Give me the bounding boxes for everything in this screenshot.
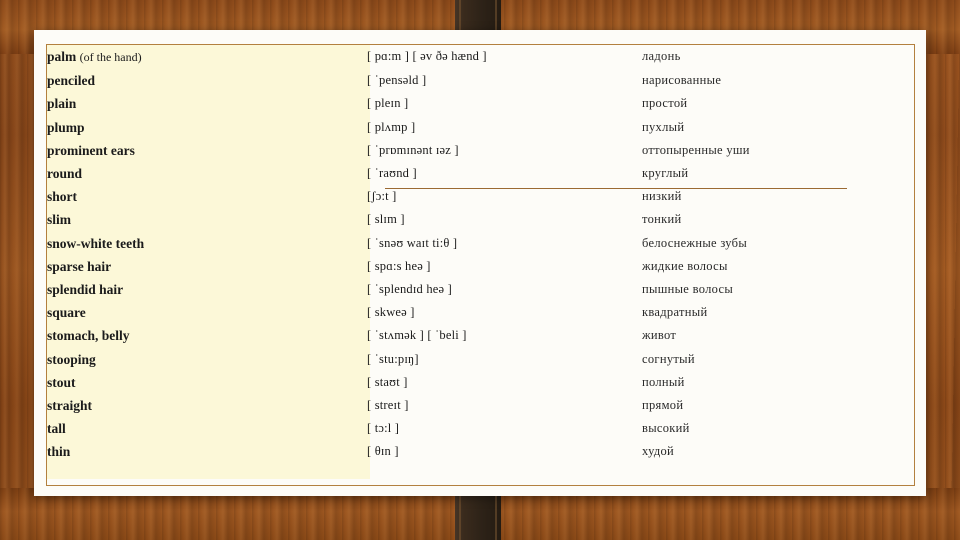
- ipa-transcription-cell: [ θɪn ]: [367, 444, 399, 459]
- russian-translation-cell: худой: [642, 444, 675, 459]
- english-term: straight: [47, 398, 92, 414]
- table-row: slim [ slɪm ] тонкий: [47, 208, 913, 231]
- russian-translation-cell: пухлый: [642, 119, 685, 134]
- english-term: short: [47, 189, 77, 205]
- english-term: stout: [47, 374, 76, 390]
- ipa-transcription-cell: [ ˈsplendɪd heə ]: [367, 282, 452, 297]
- english-term: sparse hair: [47, 258, 112, 274]
- english-term-note: (of the hand): [79, 50, 142, 64]
- russian-translation-cell: прямой: [642, 398, 684, 413]
- ipa-transcription-cell: [ ˈraʊnd ]: [367, 166, 417, 181]
- english-term-cell: plain: [47, 92, 367, 115]
- english-term: stomach, belly: [47, 328, 130, 344]
- english-term: snow-white teeth: [47, 235, 145, 251]
- slide-stage: palm (of the hand)[ pɑ:m ] [ əv ðə hænd …: [0, 0, 960, 540]
- table-row: stout [ staʊt ] полный: [47, 371, 913, 394]
- english-term: penciled: [47, 73, 96, 89]
- russian-translation-cell: простой: [642, 96, 688, 111]
- english-term-cell: stomach, belly: [47, 324, 367, 347]
- russian-translation-cell: ладонь: [642, 49, 681, 63]
- english-term-cell: sparse hair: [47, 255, 367, 278]
- english-term: square: [47, 305, 86, 321]
- english-term: tall: [47, 421, 66, 437]
- english-term: splendid hair: [47, 282, 124, 298]
- english-term: thin: [47, 444, 71, 460]
- table-row: snow-white teeth [ ˈsnəʊ waɪt ti:θ ] белос…: [47, 232, 913, 255]
- table-row: thin [ θɪn ] худой: [47, 440, 913, 463]
- ipa-transcription-cell: [ staʊt ]: [367, 374, 408, 389]
- russian-translation-cell: белоснежные зубы: [642, 235, 748, 250]
- english-term: slim: [47, 212, 72, 228]
- table-row: prominent ears [ ˈprɒmɪnənt ɪəz ] оттопыре…: [47, 139, 913, 162]
- slide-content: palm (of the hand)[ pɑ:m ] [ əv ðə hænd …: [47, 45, 913, 480]
- russian-translation-cell: высокий: [642, 421, 690, 436]
- table-row: round [ ˈraʊnd ] круглый: [47, 162, 913, 185]
- russian-translation-cell: пышные волосы: [642, 282, 734, 297]
- table-row: square [ skweə ] квадратный: [47, 301, 913, 324]
- english-term-cell: round: [47, 162, 367, 185]
- english-term-cell: snow-white teeth: [47, 232, 367, 255]
- table-row: plain [ pleɪn ] простой: [47, 92, 913, 115]
- english-term-cell: splendid hair: [47, 278, 367, 301]
- english-term: prominent ears: [47, 142, 135, 158]
- table-row: plump [ plʌmp ] пухлый: [47, 116, 913, 139]
- russian-translation-cell: квадратный: [642, 305, 708, 320]
- table-row: splendid hair [ ˈsplendɪd heə ] пышные вол…: [47, 278, 913, 301]
- english-term-cell: stooping: [47, 348, 367, 371]
- english-term-cell: stout: [47, 371, 367, 394]
- table-row: sparse hair [ spɑ:s heə ] жидкие волосы: [47, 255, 913, 278]
- russian-translation-cell: полный: [642, 374, 685, 389]
- ipa-transcription-cell: [ ˈsnəʊ waɪt ti:θ ]: [367, 235, 458, 250]
- english-term-cell: palm (of the hand): [47, 45, 367, 69]
- russian-translation-cell: тонкий: [642, 212, 682, 227]
- horizontal-divider-line: [385, 188, 847, 189]
- english-term-cell: short: [47, 185, 367, 208]
- ipa-transcription-cell: [ ˈstʌmək ] [ ˈbeli ]: [367, 328, 467, 343]
- english-term-cell: penciled: [47, 69, 367, 92]
- ipa-transcription-cell: [ ˈpensəld ]: [367, 73, 427, 88]
- table-row: penciled [ ˈpensəld ] нарисованные: [47, 69, 913, 92]
- ipa-transcription-cell: [ pɑ:m ] [ əv ðə hænd ]: [367, 49, 487, 63]
- table-row: straight [ streɪt ] прямой: [47, 394, 913, 417]
- english-term: round: [47, 166, 83, 182]
- english-term: plain: [47, 96, 77, 112]
- table-row: palm (of the hand)[ pɑ:m ] [ əv ðə hænd …: [47, 45, 913, 69]
- ipa-transcription-cell: [ pleɪn ]: [367, 96, 409, 111]
- english-term-cell: thin: [47, 440, 367, 463]
- ipa-transcription-cell: [ tɔ:l ]: [367, 421, 400, 436]
- ipa-transcription-cell: [ streɪt ]: [367, 398, 409, 413]
- english-term: plump: [47, 119, 85, 135]
- slide-card: palm (of the hand)[ pɑ:m ] [ əv ðə hænd …: [34, 30, 926, 496]
- english-term-cell: prominent ears: [47, 139, 367, 162]
- english-term-cell: tall: [47, 417, 367, 440]
- ipa-transcription-cell: [ plʌmp ]: [367, 119, 416, 134]
- ipa-transcription-cell: [ slɪm ]: [367, 212, 405, 227]
- ipa-transcription-cell: [ skweə ]: [367, 305, 415, 320]
- table-row: stomach, belly [ ˈstʌmək ] [ ˈbeli ] живот: [47, 324, 913, 347]
- table-row: tall [ tɔ:l ] высокий: [47, 417, 913, 440]
- ipa-transcription-cell: [ ˈstu:pɪŋ]: [367, 351, 419, 366]
- english-term: stooping: [47, 351, 96, 367]
- table-row: stooping [ ˈstu:pɪŋ] согнутый: [47, 348, 913, 371]
- english-term-cell: plump: [47, 116, 367, 139]
- russian-translation-cell: оттопыренные уши: [642, 142, 750, 157]
- russian-translation-cell: согнутый: [642, 351, 695, 366]
- ipa-transcription-cell: [ spɑ:s heə ]: [367, 258, 431, 273]
- english-term-cell: straight: [47, 394, 367, 417]
- ipa-transcription-cell: [ ˈprɒmɪnənt ɪəz ]: [367, 142, 459, 157]
- english-term-cell: square: [47, 301, 367, 324]
- russian-translation-cell: жидкие волосы: [642, 258, 728, 273]
- vocabulary-table: palm (of the hand)[ pɑ:m ] [ əv ðə hænd …: [47, 45, 913, 464]
- english-term-cell: slim: [47, 208, 367, 231]
- english-term: palm: [47, 49, 80, 64]
- russian-translation-cell: нарисованные: [642, 73, 722, 88]
- russian-translation-cell: круглый: [642, 166, 689, 181]
- russian-translation-cell: живот: [642, 328, 677, 343]
